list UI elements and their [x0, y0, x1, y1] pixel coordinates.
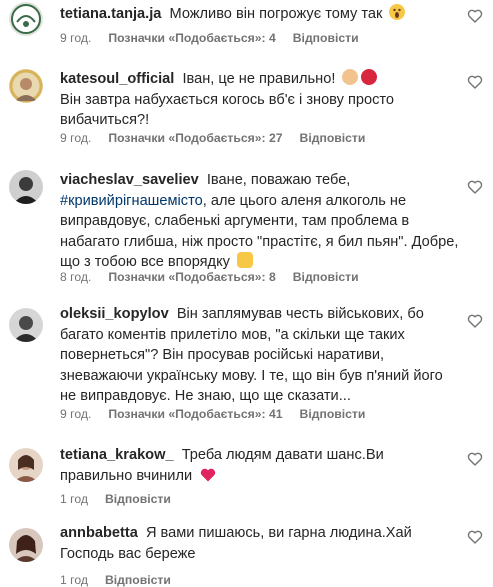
reply-button[interactable]: Відповісти	[105, 573, 171, 587]
like-heart-icon[interactable]	[467, 529, 483, 545]
comment-time: 9 год.	[60, 131, 92, 145]
comment-text: Іван, це не правильно!	[182, 71, 336, 87]
comment-meta: 8 год. Позначки «Подобається»: 8 Відповіст…	[60, 270, 376, 284]
avatar[interactable]	[9, 448, 43, 482]
exploding-head-emoji	[342, 69, 359, 85]
like-heart-icon[interactable]	[467, 179, 483, 195]
avatar[interactable]	[9, 170, 43, 204]
like-heart-icon[interactable]	[467, 8, 483, 24]
comment-username[interactable]: katesoul_official	[60, 71, 182, 87]
likes-count[interactable]: Позначки «Подобається»: 27	[108, 131, 282, 145]
likes-count[interactable]: Позначки «Подобається»: 41	[108, 407, 282, 421]
comment-meta: 9 год. Позначки «Подобається»: 4 Відповіст…	[60, 31, 376, 45]
comment-body: oleksii_kopylov Він заплямував честь війс…	[60, 304, 460, 407]
comment-text: Іване, поважаю тебе,	[206, 172, 351, 188]
comment-username[interactable]: tetiana_krakow_	[60, 447, 182, 463]
comment-username[interactable]: oleksii_kopylov	[60, 306, 177, 322]
reply-button[interactable]: Відповісти	[105, 492, 171, 506]
comment-body: viacheslav_saveliev Іване, поважаю тебе, …	[60, 170, 460, 273]
avatar[interactable]	[9, 69, 43, 103]
comment-time: 8 год.	[60, 270, 92, 284]
comment-username[interactable]: annbabetta	[60, 525, 146, 541]
avatar[interactable]	[9, 2, 43, 36]
comment-username[interactable]: tetiana.tanja.ja	[60, 6, 170, 22]
reply-button[interactable]: Відповісти	[300, 407, 366, 421]
like-heart-icon[interactable]	[467, 451, 483, 467]
comment-body: tetiana_krakow_ Треба людям давати шанс.В…	[60, 445, 460, 486]
red-heart-emoji	[201, 468, 216, 481]
comment-time: 1 год	[60, 492, 88, 506]
angry-face-emoji	[361, 69, 378, 85]
like-heart-icon[interactable]	[467, 313, 483, 329]
hashtag-link[interactable]: #кривийрігнашемісто	[60, 193, 203, 209]
comment-text: Він завтра набухається когось вб'є і зно…	[60, 91, 395, 129]
likes-count[interactable]: Позначки «Подобається»: 8	[108, 270, 275, 284]
avatar[interactable]	[9, 308, 43, 342]
comment-body: katesoul_official Іван, це не правильно! …	[60, 69, 460, 131]
avatar[interactable]	[9, 528, 43, 562]
comment-time: 1 год	[60, 573, 88, 587]
comment-meta: 9 год. Позначки «Подобається»: 27 Відповіс…	[60, 131, 382, 145]
comment-meta: 9 год. Позначки «Подобається»: 41 Відповіс…	[60, 407, 382, 421]
like-heart-icon[interactable]	[467, 74, 483, 90]
comment-time: 9 год.	[60, 31, 92, 45]
comment-username[interactable]: viacheslav_saveliev	[60, 172, 207, 188]
comment-time: 9 год.	[60, 407, 92, 421]
face-screaming-emoji	[389, 4, 406, 20]
reply-button[interactable]: Відповісти	[300, 131, 366, 145]
comment-meta: 1 год Відповісти	[60, 492, 188, 506]
raising-hands-emoji	[236, 252, 253, 268]
comment-text: Можливо він погрожує тому так	[169, 6, 383, 22]
comment-body: annbabetta Я вами пишаюсь, ви гарна людин…	[60, 523, 460, 564]
likes-count[interactable]: Позначки «Подобається»: 4	[108, 31, 275, 45]
reply-button[interactable]: Відповісти	[293, 270, 359, 284]
comment-body: tetiana.tanja.ja Можливо він погрожує том…	[60, 4, 460, 25]
reply-button[interactable]: Відповісти	[293, 31, 359, 45]
comment-meta: 1 год Відповісти	[60, 573, 188, 587]
